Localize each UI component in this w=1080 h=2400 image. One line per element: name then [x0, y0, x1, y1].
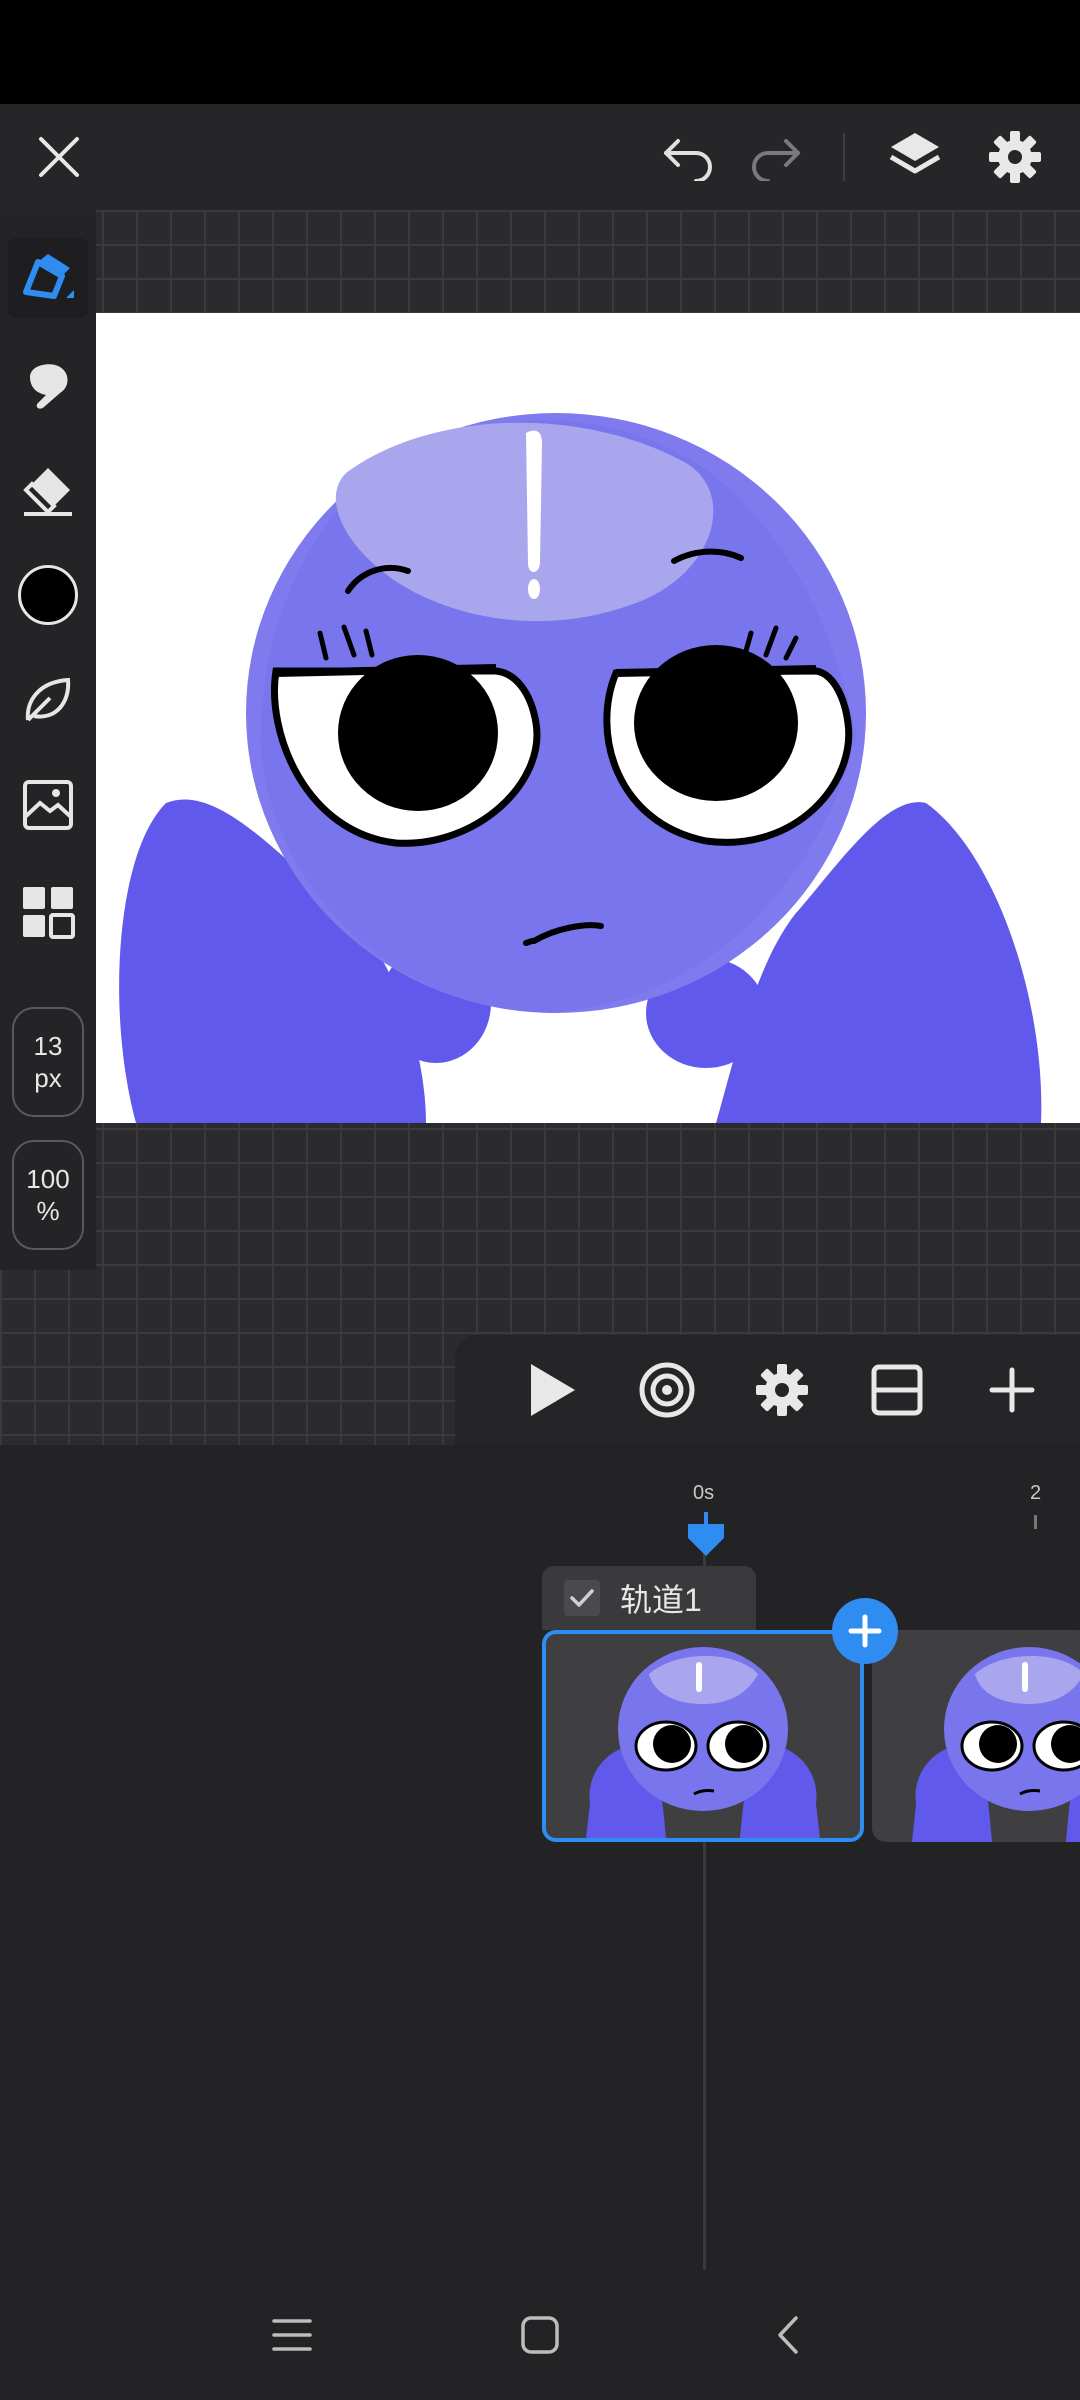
eraser-tool-button[interactable] — [8, 450, 88, 530]
layout-button[interactable] — [8, 872, 88, 952]
layers-icon — [889, 133, 941, 174]
timeline-panel[interactable] — [0, 1445, 1080, 2270]
layers-button[interactable] — [870, 104, 960, 210]
brush-size-unit: px — [34, 1063, 62, 1093]
add-frame-button[interactable] — [832, 1598, 898, 1664]
add-icon — [989, 1367, 1035, 1413]
color-swatch — [18, 565, 78, 625]
frame-thumbnail-2[interactable] — [872, 1630, 1080, 1842]
track-tab[interactable]: 轨道1 — [542, 1566, 756, 1630]
undo-button[interactable] — [643, 104, 733, 210]
playhead-marker[interactable] — [684, 1512, 728, 1558]
ruler-start-label: 0s — [693, 1482, 715, 1504]
recent-apps-button[interactable] — [232, 2270, 352, 2400]
ruler-tick — [1034, 1515, 1037, 1529]
settings-button[interactable] — [970, 104, 1060, 210]
image-import-button[interactable] — [8, 765, 88, 845]
grid-layout-icon — [23, 887, 75, 939]
lasso-icon — [25, 677, 71, 722]
track-name: 轨道1 — [620, 1582, 702, 1618]
onion-skin-icon — [639, 1362, 695, 1418]
app-screen: 13 px 100 % 0s 2 轨道1 — [0, 0, 1080, 2400]
add-icon — [848, 1614, 882, 1648]
close-icon — [39, 137, 79, 177]
system-nav-bar — [0, 2270, 1080, 2400]
toolbar-divider — [843, 133, 845, 181]
zoom-unit: % — [36, 1196, 60, 1226]
frame-thumbnail-1[interactable] — [542, 1630, 864, 1842]
split-view-icon — [871, 1364, 923, 1416]
settings-icon — [756, 1364, 808, 1416]
pen-tool-button[interactable] — [8, 238, 88, 318]
eraser-icon — [23, 468, 72, 516]
undo-icon — [664, 139, 712, 181]
top-toolbar — [0, 104, 1080, 210]
home-button[interactable] — [480, 2270, 600, 2400]
animation-settings-button[interactable] — [737, 1335, 827, 1445]
play-button[interactable] — [507, 1335, 597, 1445]
image-import-icon — [23, 780, 73, 830]
tool-sidebar: 13 px 100 % — [0, 210, 96, 1270]
character-drawing — [119, 413, 1042, 1123]
split-view-button[interactable] — [852, 1335, 942, 1445]
brush-size-value: 13 — [33, 1031, 63, 1061]
back-icon — [778, 2316, 798, 2354]
back-button[interactable] — [728, 2270, 848, 2400]
ruler-end-label: 2 — [1030, 1482, 1042, 1504]
settings-icon — [989, 131, 1041, 183]
status-bar — [0, 0, 1080, 104]
add-track-button[interactable] — [967, 1335, 1057, 1445]
redo-icon — [752, 139, 800, 181]
checkmark-icon — [570, 1589, 594, 1607]
pen-icon — [23, 254, 74, 299]
redo-button[interactable] — [731, 104, 821, 210]
smudge-icon — [30, 364, 68, 409]
frame-preview-image — [912, 1647, 1080, 1842]
zoom-value: 100 — [26, 1164, 70, 1194]
frame-preview-image — [586, 1647, 820, 1838]
onion-skin-button[interactable] — [622, 1335, 712, 1445]
play-icon — [531, 1364, 575, 1416]
close-button[interactable] — [14, 104, 104, 210]
track-visibility-checkbox[interactable] — [564, 1580, 600, 1616]
smudge-tool-button[interactable] — [8, 345, 88, 425]
drawing-canvas[interactable] — [96, 313, 1080, 1123]
color-picker-button[interactable] — [8, 555, 88, 635]
zoom-control[interactable]: 100 % — [12, 1140, 84, 1250]
playback-toolbar — [455, 1335, 1080, 1445]
brush-size-control[interactable]: 13 px — [12, 1007, 84, 1117]
home-icon — [521, 2316, 559, 2354]
lasso-tool-button[interactable] — [8, 660, 88, 740]
menu-icon — [272, 2319, 312, 2351]
